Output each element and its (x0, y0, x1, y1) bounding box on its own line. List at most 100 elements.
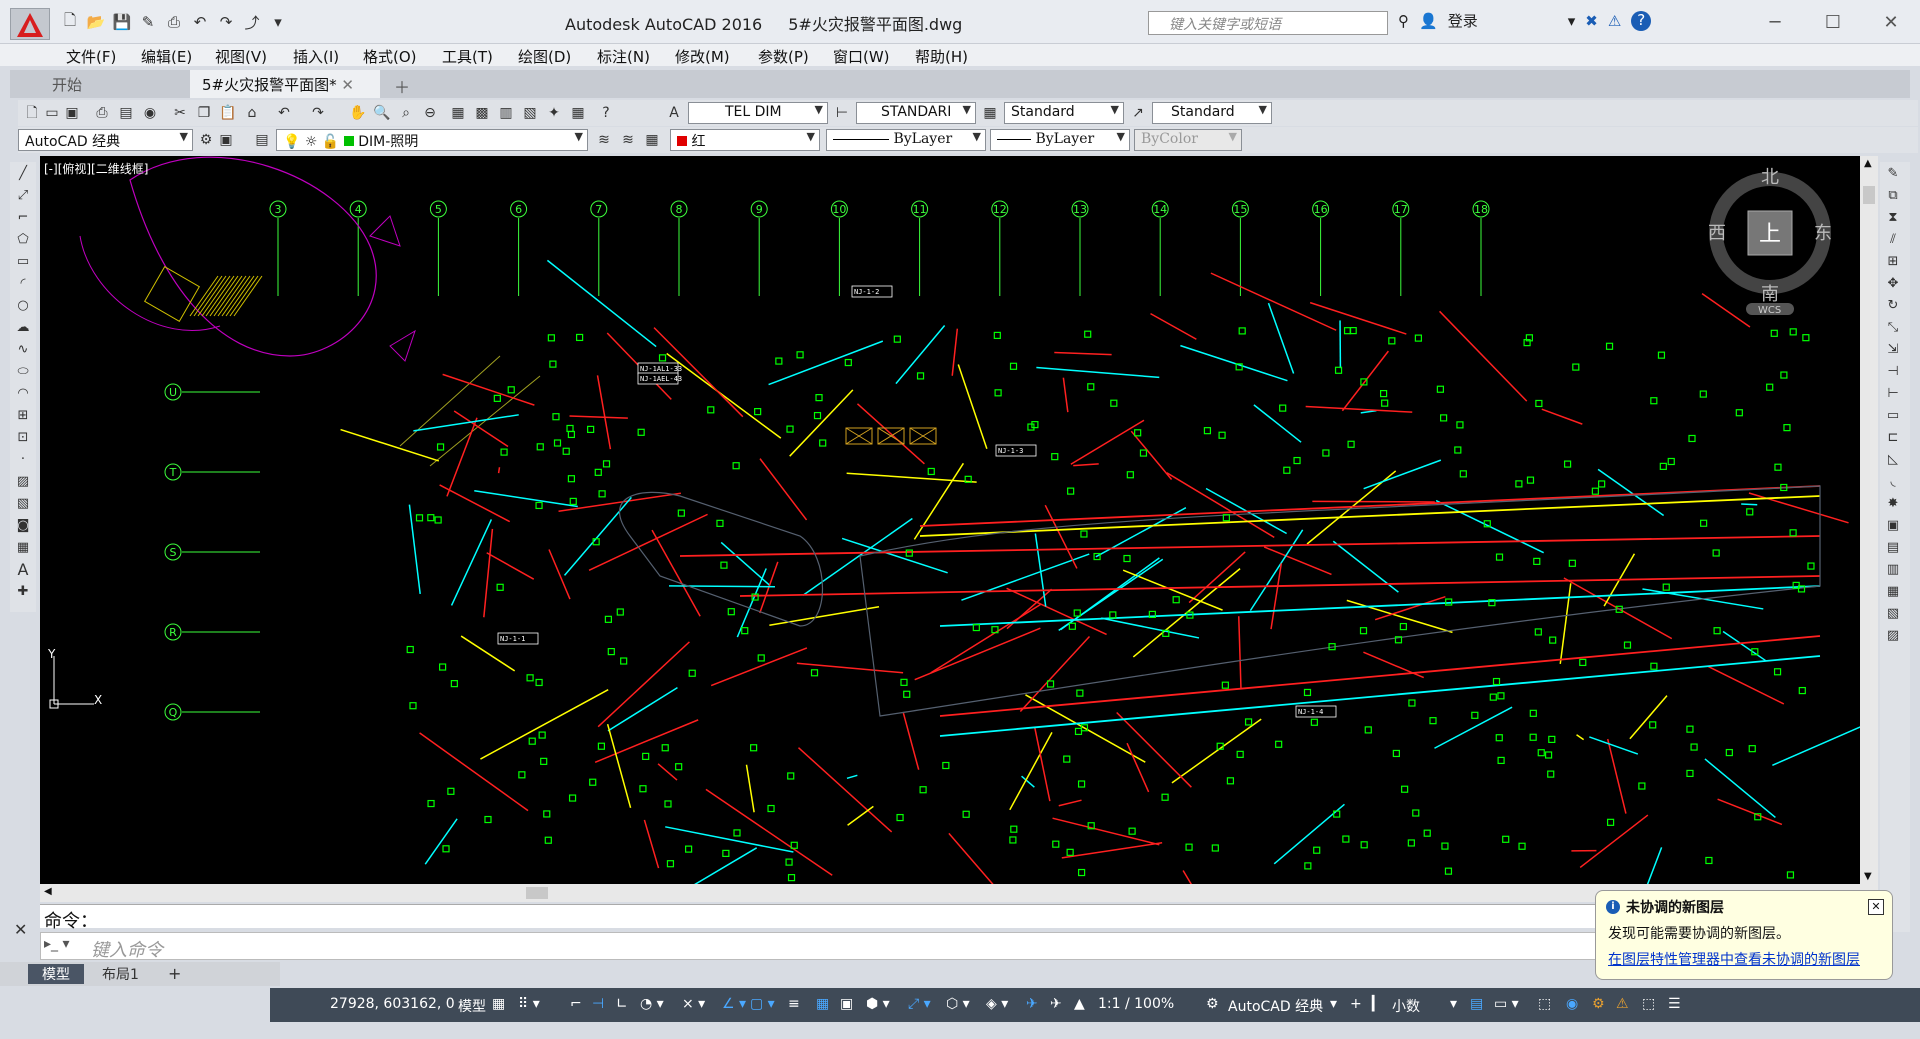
tab-start[interactable]: 开始 (40, 70, 94, 98)
command-line-close-icon[interactable]: ✕ (14, 920, 27, 939)
layer-notification-icon[interactable]: ⚠ (1616, 996, 1629, 1012)
viewcube[interactable]: 上 北 南 西 东 WCS (1700, 165, 1840, 315)
units-icon[interactable]: ▎ (1372, 996, 1383, 1012)
quick-properties-icon[interactable]: ▤ (1470, 996, 1483, 1012)
open-icon[interactable]: 📂 (84, 10, 108, 34)
make-current-icon[interactable]: ≋ (594, 130, 614, 150)
new-icon[interactable]: 🗋 (58, 10, 82, 34)
stretch-icon[interactable]: ⇲ (1880, 338, 1906, 360)
print-icon[interactable]: ⎙ (92, 103, 112, 123)
viewcube-east[interactable]: 东 (1814, 223, 1832, 244)
ortho-icon[interactable]: ∟ (616, 996, 628, 1012)
mirror-icon[interactable]: ⧗ (1880, 206, 1906, 228)
fillet-icon[interactable]: ◟ (1880, 470, 1906, 492)
new-tab-button[interactable]: ＋ (382, 70, 422, 98)
region-icon[interactable]: ◙ (10, 514, 36, 536)
add-layout-button[interactable]: + (158, 964, 191, 984)
zoom-previous-icon[interactable]: ⊖ (420, 103, 440, 123)
print-icon[interactable]: ⎙ (162, 10, 186, 34)
construction-line-icon[interactable]: ⤢ (10, 184, 36, 206)
text-style-select[interactable]: STANDARI ▼ (856, 102, 976, 124)
sheet-set-icon[interactable]: ▧ (520, 103, 540, 123)
lock-ui-icon[interactable]: ▭ ▾ (1494, 996, 1519, 1012)
layer-state-icon[interactable]: ▦ (642, 130, 662, 150)
tool-palettes-icon[interactable]: ▥ (496, 103, 516, 123)
offset-icon[interactable]: ⫽ (1880, 228, 1906, 250)
array-icon[interactable]: ⊞ (1880, 250, 1906, 272)
minimize-icon[interactable]: ─ (1746, 0, 1804, 44)
point-icon[interactable]: · (10, 448, 36, 470)
cut-icon[interactable]: ✂ (170, 103, 190, 123)
markup-icon[interactable]: ✦ (544, 103, 564, 123)
menu-dimension[interactable]: 标注(N) (597, 46, 650, 67)
annotation-visibility-icon[interactable]: ✈ (1026, 996, 1038, 1012)
viewcube-south[interactable]: 南 (1761, 284, 1779, 305)
save-icon[interactable]: ▣ (62, 103, 82, 123)
menu-draw[interactable]: 绘图(D) (518, 46, 571, 67)
saveas-icon[interactable]: ✎ (136, 10, 160, 34)
paste-icon[interactable]: 📋 (218, 103, 238, 123)
table-icon[interactable]: ▦ (10, 536, 36, 558)
annotation-scale-value[interactable]: 1:1 / 100% (1098, 996, 1174, 1012)
workspace-switch[interactable]: AutoCAD 经典 (1228, 996, 1323, 1016)
properties-icon[interactable]: ▦ (448, 103, 468, 123)
coordinates-readout[interactable]: 27928, 603162, 0 (330, 996, 455, 1012)
table-style-select[interactable]: Standard ▼ (1004, 102, 1124, 124)
lineweight-icon[interactable]: ≡ (788, 996, 800, 1012)
extend-icon[interactable]: ⊢ (1880, 382, 1906, 404)
object-snap-tracking-icon[interactable]: ∠ ▾ (722, 996, 746, 1012)
leader-icon[interactable]: ▨ (1880, 624, 1906, 646)
dimension-icon[interactable]: ▧ (1880, 602, 1906, 624)
close-icon[interactable]: ✕ (1862, 0, 1920, 44)
circle-icon[interactable]: ○ (10, 294, 36, 316)
vertical-scroll-thumb[interactable] (1863, 186, 1875, 204)
maximize-icon[interactable]: ☐ (1804, 0, 1862, 44)
move-icon[interactable]: ✥ (1880, 272, 1906, 294)
line-icon[interactable]: ╱ (10, 162, 36, 184)
qat-dropdown-icon[interactable]: ▾ (266, 10, 290, 34)
isodraft-icon[interactable]: ⨯ ▾ (682, 996, 705, 1012)
gradient-icon[interactable]: ▧ (10, 492, 36, 514)
units-dropdown-icon[interactable]: ▾ (1450, 996, 1457, 1012)
add-selected-icon[interactable]: ✚ (10, 580, 36, 602)
viewport-label[interactable]: [-][俯视][二维线框] (44, 160, 148, 177)
erase-icon[interactable]: ✎ (1880, 162, 1906, 184)
menu-modify[interactable]: 修改(M) (675, 46, 730, 67)
annotation-scale-icon[interactable]: ▲ (1074, 996, 1085, 1012)
horizontal-scroll-thumb[interactable] (526, 887, 548, 899)
polar-icon[interactable]: ◔ ▾ (640, 996, 664, 1012)
infer-constraints-icon[interactable]: ⌐ (570, 996, 582, 1012)
notification-icon[interactable]: ⚙ (1592, 996, 1605, 1012)
spline-icon[interactable]: ∿ (10, 338, 36, 360)
calculator-icon[interactable]: ▦ (568, 103, 588, 123)
vertical-scrollbar[interactable]: ▲ ▼ (1860, 156, 1878, 884)
dim-style-select[interactable]: TEL DIM ▼ (688, 102, 828, 124)
a360-icon[interactable]: ⚠ (1608, 12, 1621, 30)
join-icon[interactable]: ⊏ (1880, 426, 1906, 448)
make-block-icon[interactable]: ⊡ (10, 426, 36, 448)
clean-screen-icon[interactable]: ⬚ (1642, 996, 1655, 1012)
scale-icon[interactable]: ⤡ (1880, 316, 1906, 338)
copy-icon[interactable]: ❐ (194, 103, 214, 123)
command-input[interactable]: 键入命令 (40, 932, 1860, 961)
application-menu-button[interactable] (10, 8, 50, 40)
list-icon[interactable]: ▦ (1880, 580, 1906, 602)
dynamic-input-icon[interactable]: ⊣ (592, 996, 604, 1012)
area-icon[interactable]: ▥ (1880, 558, 1906, 580)
menu-window[interactable]: 窗口(W) (833, 46, 890, 67)
layer-select[interactable]: 💡 ☼ 🔓 DIM-照明 ▼ (276, 129, 588, 151)
workspace-settings-icon[interactable]: ▣ (216, 130, 236, 150)
layer-previous-icon[interactable]: ≋ (618, 130, 638, 150)
rectangle-icon[interactable]: ▭ (10, 250, 36, 272)
menu-edit[interactable]: 编辑(E) (141, 46, 192, 67)
scroll-left-icon[interactable]: ◀ (44, 886, 52, 897)
linetype-select[interactable]: ByLayer ▼ (826, 129, 986, 151)
help-icon[interactable]: ? (1631, 10, 1652, 31)
redo-icon[interactable]: ↷ (308, 103, 328, 123)
scroll-up-icon[interactable]: ▲ (1864, 158, 1872, 169)
viewcube-north[interactable]: 北 (1761, 167, 1779, 188)
notification-link[interactable]: 在图层特性管理器中查看未协调的新图层 (1608, 949, 1880, 969)
zoom-realtime-icon[interactable]: 🔍 (372, 103, 392, 123)
selection-filter-icon[interactable]: ⬡ ▾ (946, 996, 970, 1012)
distance-icon[interactable]: ▤ (1880, 536, 1906, 558)
